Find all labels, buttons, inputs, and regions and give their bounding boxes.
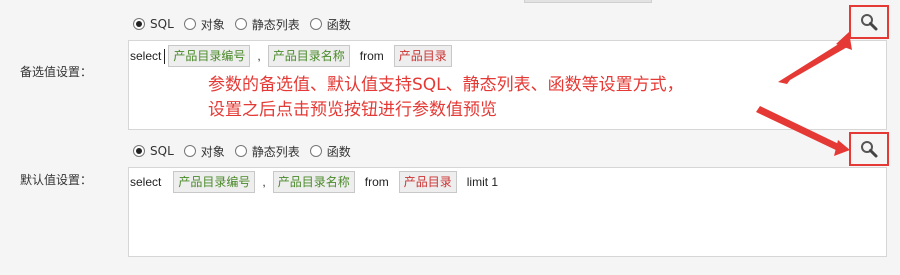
radio-label-static-list: 静态列表 xyxy=(251,144,300,159)
radio-label-sql: SQL xyxy=(150,17,174,31)
comma-separator: , xyxy=(257,49,261,63)
candidate-label: 备选值设置： xyxy=(20,65,93,79)
candidate-sql-line: select 产品目录编号 , 产品目录名称 from 产品目录 xyxy=(129,44,454,68)
annotation-line-2: 设置之后点击预览按钮进行参数值预览 xyxy=(208,100,497,120)
radio-circle[interactable] xyxy=(183,18,196,30)
radio-circle[interactable] xyxy=(234,18,247,30)
top-scroll-strip xyxy=(524,0,652,3)
default-radio-function[interactable]: 函数 xyxy=(309,143,351,160)
candidate-radio-static-list[interactable]: 静态列表 xyxy=(234,16,300,33)
arrow-head-default xyxy=(834,140,850,156)
default-sql-line: select 产品目录编号 , 产品目录名称 from 产品目录 limit 1 xyxy=(129,170,501,194)
candidate-preview-button[interactable] xyxy=(849,5,889,39)
field-tag-product-catalog-id[interactable]: 产品目录编号 xyxy=(173,171,256,193)
candidate-radio-function[interactable]: 函数 xyxy=(309,16,351,33)
candidate-radio-object[interactable]: 对象 xyxy=(183,16,225,33)
sql-keyword-select: select xyxy=(130,49,162,63)
radio-label-sql: SQL xyxy=(150,144,174,158)
radio-circle[interactable] xyxy=(309,145,322,157)
candidate-radio-sql[interactable]: SQL xyxy=(133,17,174,31)
radio-label-function: 函数 xyxy=(326,144,351,159)
annotation-callout-text: 参数的备选值、默认值支持SQL、静态列表、函数等设置方式， 设置之后点击预览按钮… xyxy=(208,73,684,123)
sql-keyword-from: from xyxy=(364,175,389,189)
text-cursor xyxy=(164,48,166,64)
radio-label-function: 函数 xyxy=(326,17,351,32)
default-radio-static-list[interactable]: 静态列表 xyxy=(234,143,300,160)
default-source-radio-group: SQL 对象 静态列表 函数 xyxy=(133,143,361,159)
field-tag-product-catalog-id[interactable]: 产品目录编号 xyxy=(168,45,251,67)
radio-label-static-list: 静态列表 xyxy=(251,17,300,32)
annotation-line-1: 参数的备选值、默认值支持SQL、静态列表、函数等设置方式， xyxy=(208,75,684,95)
table-tag-product-catalog[interactable]: 产品目录 xyxy=(398,171,457,193)
sql-keyword-from: from xyxy=(359,49,384,63)
default-label: 默认值设置： xyxy=(20,173,93,187)
sql-keyword-limit: limit 1 xyxy=(466,175,499,189)
magnifier-icon xyxy=(861,141,878,158)
radio-circle[interactable] xyxy=(309,18,322,30)
default-radio-sql[interactable]: SQL xyxy=(133,144,174,158)
radio-label-object: 对象 xyxy=(200,17,225,32)
radio-circle-checked[interactable] xyxy=(133,145,145,157)
candidate-source-radio-group: SQL 对象 静态列表 函数 xyxy=(133,16,361,32)
radio-label-object: 对象 xyxy=(200,144,225,159)
magnifier-icon xyxy=(861,14,878,31)
default-preview-button[interactable] xyxy=(849,132,889,166)
field-tag-product-catalog-name[interactable]: 产品目录名称 xyxy=(267,45,350,67)
radio-circle[interactable] xyxy=(234,145,247,157)
table-tag-product-catalog[interactable]: 产品目录 xyxy=(393,45,452,67)
default-sql-editor[interactable]: select 产品目录编号 , 产品目录名称 from 产品目录 limit 1 xyxy=(128,167,887,257)
radio-circle-checked[interactable] xyxy=(133,18,145,30)
comma-separator: , xyxy=(262,175,266,189)
default-radio-object[interactable]: 对象 xyxy=(183,143,225,160)
sql-keyword-select: select xyxy=(130,175,162,189)
field-tag-product-catalog-name[interactable]: 产品目录名称 xyxy=(272,171,355,193)
radio-circle[interactable] xyxy=(183,145,196,157)
